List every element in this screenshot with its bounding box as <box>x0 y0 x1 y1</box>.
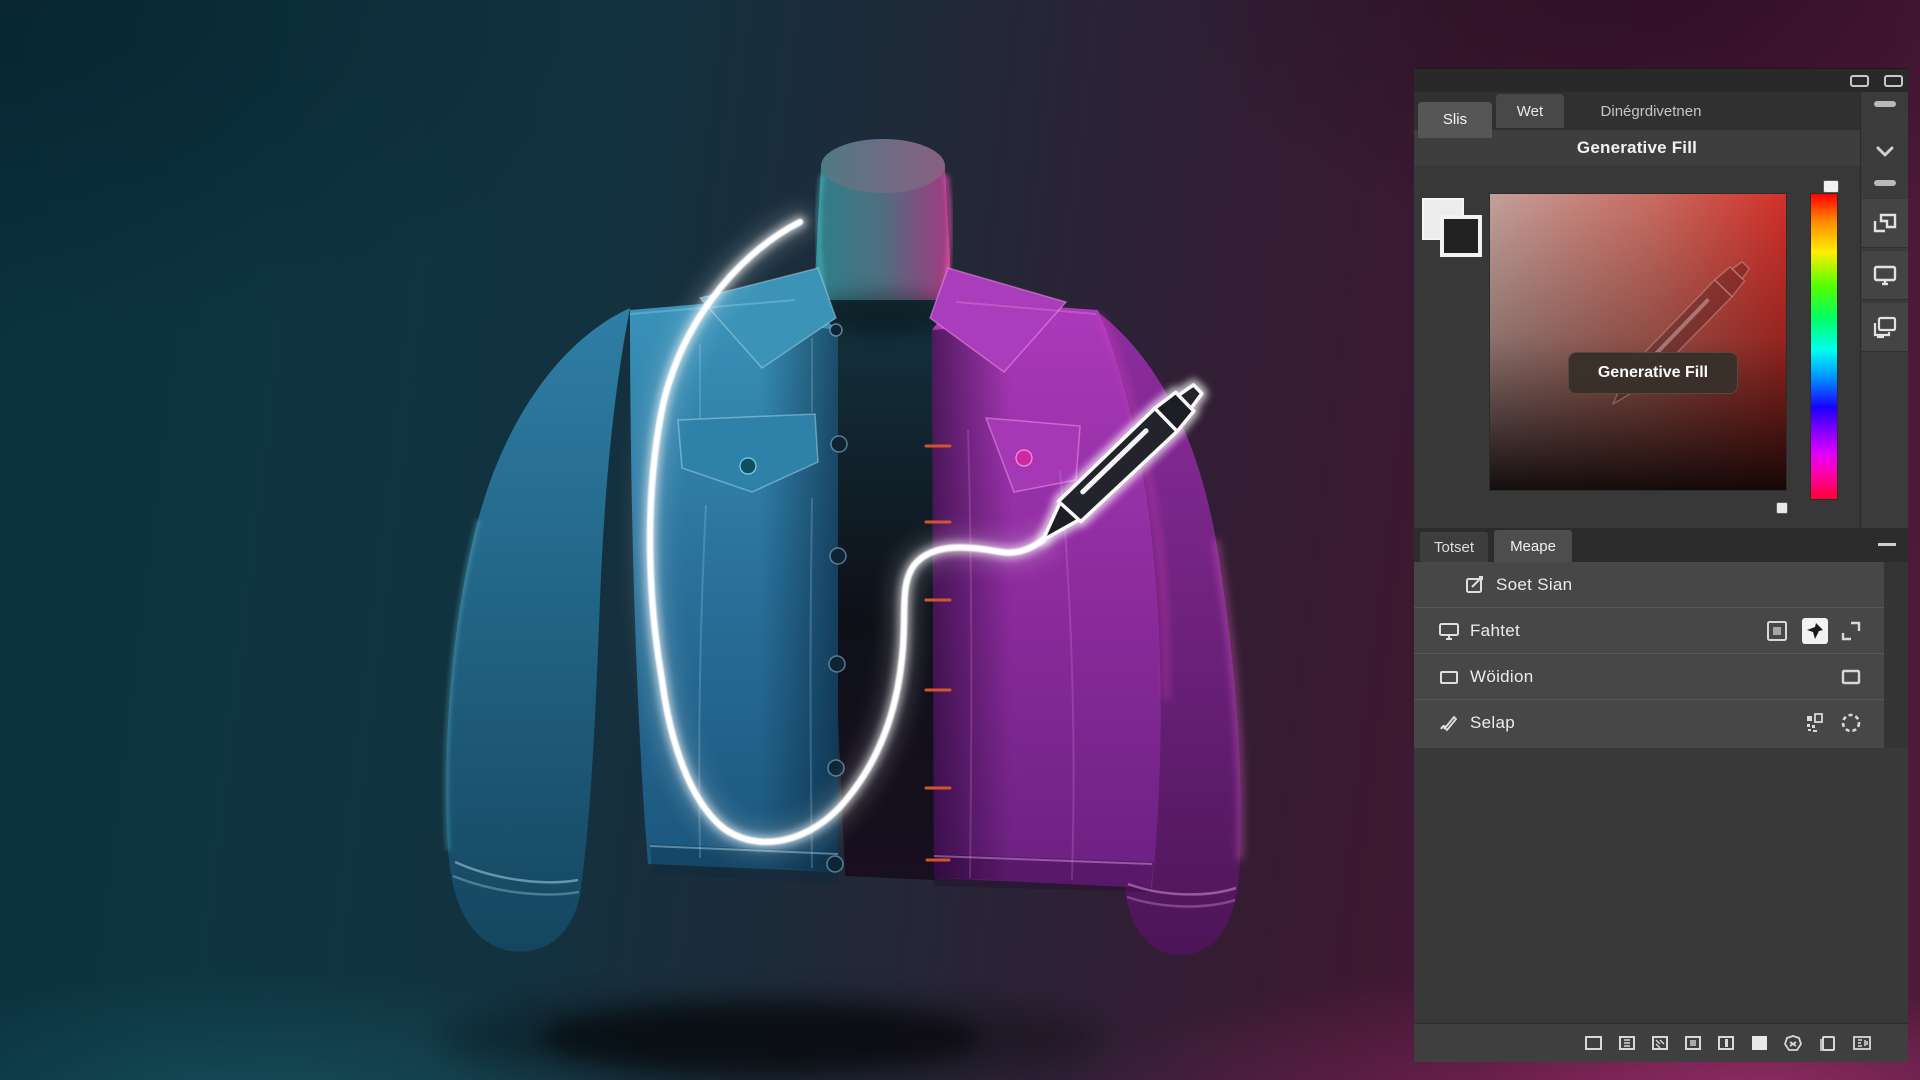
hue-slider-handle[interactable] <box>1823 180 1839 193</box>
tab-slis[interactable]: Slis <box>1418 102 1492 136</box>
square-outline-icon[interactable] <box>1838 664 1864 690</box>
square-outline-icon <box>1438 666 1460 688</box>
list-item[interactable]: Fahtet <box>1414 608 1884 654</box>
grid-glyph-icon[interactable] <box>1802 710 1828 736</box>
stacked-squares-icon[interactable] <box>1818 1035 1837 1052</box>
square-eq-icon[interactable] <box>1852 1035 1872 1051</box>
panel-tab-bar: Slis Wet Dinégrdivetnen <box>1414 92 1860 130</box>
floor-shadow <box>440 994 1100 1080</box>
panel-title: Generative Fill <box>1577 138 1697 158</box>
square-inset-icon[interactable] <box>1684 1035 1702 1051</box>
dashed-octagon-icon[interactable] <box>1838 710 1864 736</box>
tab-dinegrdivetnen[interactable]: Dinégrdivetnen <box>1566 92 1736 130</box>
corner-frame-icon[interactable] <box>1838 618 1864 644</box>
monitor-icon <box>1438 620 1460 642</box>
layers-tab-bar: Totset Meape <box>1414 528 1908 562</box>
collapse-pill-icon[interactable] <box>1874 180 1896 186</box>
pen-scribble-icon <box>1438 712 1460 734</box>
list-item[interactable]: Wöidion <box>1414 654 1884 700</box>
edit-square-icon <box>1464 574 1486 596</box>
layers-list-margin <box>1884 562 1908 748</box>
square-outline-icon[interactable] <box>1584 1035 1603 1051</box>
monitor-icon[interactable] <box>1862 250 1908 300</box>
square-lines-icon[interactable] <box>1618 1035 1636 1051</box>
window-restore-icon[interactable] <box>1850 75 1869 87</box>
list-item-label: Wöidion <box>1470 667 1534 687</box>
badge-icon[interactable] <box>1783 1034 1803 1052</box>
list-item[interactable]: Soet Sian <box>1414 562 1884 608</box>
foreground-color-swatch[interactable] <box>1440 215 1482 257</box>
tab-totset[interactable]: Totset <box>1420 532 1488 562</box>
panel-titlebar <box>1414 68 1908 92</box>
layers-list: Soet Sian Fahtet <box>1414 562 1884 748</box>
color-field[interactable]: Generative Fill <box>1489 193 1787 491</box>
thumbnail-icon[interactable] <box>1764 618 1790 644</box>
square-bar-icon[interactable] <box>1717 1035 1735 1051</box>
corner-squares-icon[interactable] <box>1862 198 1908 248</box>
generative-fill-tooltip: Generative Fill <box>1568 352 1738 394</box>
panel-bottom-bar <box>1414 1023 1908 1062</box>
overlap-frames-icon[interactable] <box>1862 302 1908 352</box>
tab-wet[interactable]: Wet <box>1496 94 1564 128</box>
list-item-label: Fahtet <box>1470 621 1520 641</box>
panel-side-rail <box>1860 92 1908 528</box>
panel-empty-area <box>1414 748 1908 1023</box>
list-item[interactable]: Selap <box>1414 700 1884 746</box>
jacket-left-sleeve <box>446 308 630 952</box>
list-item-label: Soet Sian <box>1496 575 1572 595</box>
color-picker: Generative Fill <box>1414 166 1860 528</box>
square-filled-icon[interactable] <box>1750 1035 1768 1051</box>
chevron-down-icon[interactable] <box>1871 144 1899 160</box>
window-restore-icon[interactable] <box>1884 75 1903 87</box>
square-pattern-icon[interactable] <box>1651 1035 1669 1051</box>
minimize-icon[interactable] <box>1878 543 1896 546</box>
pin-icon[interactable] <box>1802 618 1828 644</box>
ghost-pen-icon <box>1490 194 1788 492</box>
list-item-label: Selap <box>1470 713 1515 733</box>
hue-slider[interactable] <box>1810 193 1838 500</box>
properties-panel: Slis Wet Dinégrdivetnen Generative Fill <box>1414 68 1908 1062</box>
mannequin-bust <box>814 139 952 315</box>
tab-meape[interactable]: Meape <box>1494 530 1572 563</box>
collapse-pill-icon[interactable] <box>1874 101 1896 107</box>
color-field-handle[interactable] <box>1776 502 1788 514</box>
